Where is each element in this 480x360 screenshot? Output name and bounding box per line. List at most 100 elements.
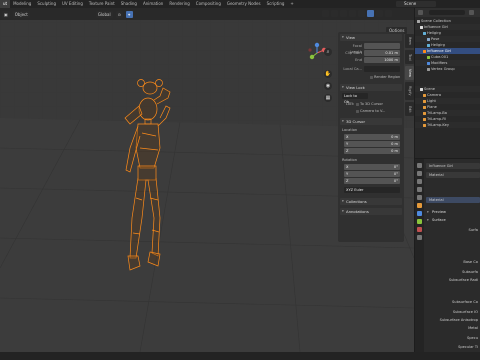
- blender-window: ut Modeling Sculpting UV Editing Texture…: [0, 0, 480, 360]
- workspace-tab-modeling[interactable]: Modeling: [10, 0, 34, 8]
- tool-tab-icon[interactable]: [417, 163, 422, 168]
- workspace-tab-compositing[interactable]: Compositing: [193, 0, 224, 8]
- overlay-toggle-icon[interactable]: [340, 10, 347, 17]
- subsurface-ior-row[interactable]: Subsurface IO: [426, 309, 480, 315]
- cursor-rot-z-field[interactable]: Z 0°: [344, 178, 400, 184]
- material-selector[interactable]: Material: [426, 197, 480, 203]
- camera-to-view-checkbox[interactable]: Camera to V...: [356, 108, 385, 114]
- scene-selector[interactable]: Scene: [396, 1, 436, 7]
- object-name-field[interactable]: Influence Girl: [426, 163, 480, 169]
- material-shading-icon[interactable]: [376, 10, 383, 17]
- cursor-rot-y-field[interactable]: Y 0°: [344, 171, 400, 177]
- workspace-tab-sculpting[interactable]: Sculpting: [34, 0, 59, 8]
- clip-end-field[interactable]: 1000 m: [364, 57, 400, 63]
- metallic-row[interactable]: Metal: [426, 325, 480, 331]
- xray-toggle-icon[interactable]: [349, 10, 356, 17]
- view-lock-section-header[interactable]: View Lock: [340, 84, 402, 91]
- workspace-tab-animation[interactable]: Animation: [140, 0, 166, 8]
- display-mode-icon[interactable]: [418, 10, 423, 15]
- filter-icon[interactable]: [469, 10, 474, 15]
- loc-z-value: 0 m: [391, 149, 398, 153]
- render-region-checkbox[interactable]: Render Region: [370, 74, 400, 80]
- specular-tint-row[interactable]: Specular Ti: [426, 344, 480, 350]
- tab-rigify[interactable]: Rigify: [405, 82, 414, 100]
- perspective-grid-icon[interactable]: ▦: [324, 94, 332, 102]
- wireframe-shading-icon[interactable]: [358, 10, 365, 17]
- workspace-tab-rendering[interactable]: Rendering: [166, 0, 192, 8]
- modifier-tab-icon[interactable]: [417, 211, 422, 216]
- tab-edit[interactable]: Edit: [405, 102, 414, 116]
- view-layer-tab-icon[interactable]: [417, 187, 422, 192]
- workspace-tab-scripting[interactable]: Scripting: [264, 0, 288, 8]
- transform-orientation-dropdown[interactable]: Global: [95, 10, 113, 18]
- material-slot-field[interactable]: Material: [426, 172, 480, 178]
- workspace-tab-geometry-nodes[interactable]: Geometry Nodes: [224, 0, 264, 8]
- lock-to-object-row: Lock to Ob...: [340, 93, 402, 104]
- cursor-loc-y-row: Y 0 m: [340, 141, 402, 147]
- cursor-loc-x-field[interactable]: X 0 m: [344, 134, 400, 140]
- material-tab-icon[interactable]: [417, 227, 422, 232]
- pan-hand-icon[interactable]: ✋: [324, 70, 332, 78]
- data-tab-icon[interactable]: [417, 219, 422, 224]
- base-color-row[interactable]: Base Co: [426, 259, 480, 265]
- output-tab-icon[interactable]: [417, 179, 422, 184]
- view-section-header[interactable]: View: [340, 34, 402, 41]
- texture-tab-icon[interactable]: [417, 235, 422, 240]
- rendered-shading-icon[interactable]: [385, 10, 392, 17]
- workspace-tabs-bar: ut Modeling Sculpting UV Editing Texture…: [0, 0, 480, 8]
- subsurface-anisotropy-row[interactable]: Subsurface Anisotrop: [426, 317, 480, 323]
- lock-to-object-field[interactable]: Lock to Ob...: [342, 93, 368, 104]
- tab-item[interactable]: Item: [405, 34, 414, 48]
- light-icon: [423, 99, 426, 103]
- editor-type-button[interactable]: ▣: [2, 10, 10, 18]
- clip-start-row: Clip Start 0.01 m: [340, 50, 402, 56]
- snap-icon[interactable]: ⌖: [125, 10, 133, 18]
- x-axis-label: X: [346, 135, 349, 139]
- render-tab-icon[interactable]: [417, 171, 422, 176]
- cursor-rot-x-field[interactable]: X 0°: [344, 164, 400, 170]
- surface-section-header[interactable]: Surface: [426, 217, 480, 223]
- workspace-tab-shading[interactable]: Shading: [118, 0, 140, 8]
- z-axis-label: Z: [346, 149, 349, 153]
- collections-section-header[interactable]: Collections: [340, 198, 402, 205]
- workspace-tab-uv-editing[interactable]: UV Editing: [59, 0, 86, 8]
- scene-tab-icon[interactable]: [417, 195, 422, 200]
- outliner-row[interactable]: Vertex Group: [415, 66, 480, 72]
- 3d-cursor-section-header[interactable]: 3D Cursor: [340, 118, 402, 125]
- annotations-section-header[interactable]: Annotations: [340, 208, 402, 215]
- camera-view-icon[interactable]: ◉: [324, 82, 332, 90]
- zoom-icon[interactable]: ⌕: [324, 48, 332, 56]
- to-3d-cursor-checkbox[interactable]: To 3D Cursor: [356, 101, 383, 107]
- specular-row[interactable]: Specu: [426, 335, 480, 341]
- outliner-row[interactable]: TriLamp-Key: [415, 122, 480, 128]
- clip-start-field[interactable]: 0.01 m: [364, 50, 400, 56]
- pivot-icon[interactable]: ⊙: [115, 10, 123, 18]
- modifier-wrench-icon: [427, 61, 430, 65]
- workspace-tab-layout[interactable]: ut: [0, 0, 11, 8]
- local-camera-field[interactable]: [364, 66, 400, 72]
- to-3d-cursor-label: To 3D Cursor: [360, 102, 383, 106]
- gizmo-toggle-icon[interactable]: [331, 10, 338, 17]
- add-workspace-button[interactable]: +: [287, 0, 296, 8]
- cursor-loc-y-field[interactable]: Y 0 m: [344, 141, 400, 147]
- 3d-viewport[interactable]: ▣ Object Global ⊙ ⌖ Options ⌕ ✋ ◉ ▦ ▾ Vi…: [0, 8, 414, 352]
- subsurface-radius-row[interactable]: Subsurface Radi: [426, 277, 480, 283]
- workspace-tab-texture-paint[interactable]: Texture Paint: [86, 0, 118, 8]
- tab-tool[interactable]: Tool: [405, 50, 414, 64]
- mode-dropdown[interactable]: Object: [12, 10, 30, 18]
- object-tab-icon[interactable]: [417, 203, 422, 208]
- preview-section-header[interactable]: Preview: [426, 209, 480, 215]
- surface-shader-row[interactable]: Surfa: [426, 227, 480, 233]
- subsurface-color-row[interactable]: Subsurface Co: [426, 299, 480, 305]
- visibility-icon[interactable]: [322, 10, 329, 17]
- cursor-loc-z-field[interactable]: Z 0 m: [344, 148, 400, 154]
- location-label: Location: [342, 128, 358, 132]
- mesh-data-icon: [427, 55, 430, 59]
- tab-view[interactable]: View: [405, 66, 414, 80]
- focal-length-field[interactable]: [364, 43, 400, 49]
- rotation-mode-dropdown[interactable]: XYZ Euler: [344, 187, 400, 193]
- outliner-search-input[interactable]: [429, 10, 465, 15]
- solid-shading-icon[interactable]: [367, 10, 374, 17]
- cursor-loc-x-row: X 0 m: [340, 134, 402, 140]
- subsurface-row[interactable]: Subsurfa: [426, 269, 480, 275]
